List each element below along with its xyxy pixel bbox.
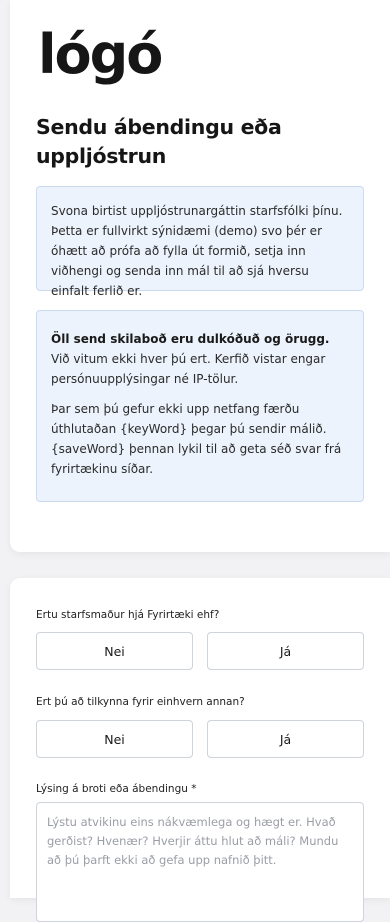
logo: lógó	[38, 23, 163, 86]
description-placeholder: Lýstu atvikinu eins nákvæmlega og hægt e…	[47, 815, 339, 867]
report-form-card: Ertu starfsmaður hjá Fyrirtæki ehf? Nei …	[10, 578, 390, 922]
description-textarea[interactable]: Lýstu atvikinu eins nákvæmlega og hægt e…	[36, 802, 364, 922]
on-behalf-yes-button[interactable]: Já	[207, 720, 364, 758]
security-bold-text: Öll send skilaboð eru dulkóðuð og örugg.	[51, 332, 330, 346]
on-behalf-question-label: Ert þú að tilkynna fyrir einhvern annan?	[36, 696, 245, 708]
intro-card: lógó Sendu ábendingu eða uppljóstrun Svo…	[10, 0, 390, 552]
security-paragraph: Öll send skilaboð eru dulkóðuð og örugg.…	[51, 329, 350, 389]
description-label: Lýsing á broti eða ábendingu *	[36, 783, 197, 795]
on-behalf-no-button[interactable]: Nei	[36, 720, 193, 758]
demo-notice-box: Svona birtist uppljóstrunargáttin starfs…	[36, 186, 364, 298]
security-text: Við vitum ekki hver þú ert. Kerfið vista…	[51, 352, 326, 386]
security-notice-box: Öll send skilaboð eru dulkóðuð og örugg.…	[36, 310, 364, 502]
employee-question-label: Ertu starfsmaður hjá Fyrirtæki ehf?	[36, 609, 220, 621]
employee-no-button[interactable]: Nei	[36, 632, 193, 670]
employee-yes-button[interactable]: Já	[207, 632, 364, 670]
demo-notice-text: Svona birtist uppljóstrunargáttin starfs…	[51, 204, 343, 298]
page-title: Sendu ábendingu eða uppljóstrun	[36, 115, 282, 168]
key-notice-text: Þar sem þú gefur ekki upp netfang færðu …	[51, 402, 342, 476]
